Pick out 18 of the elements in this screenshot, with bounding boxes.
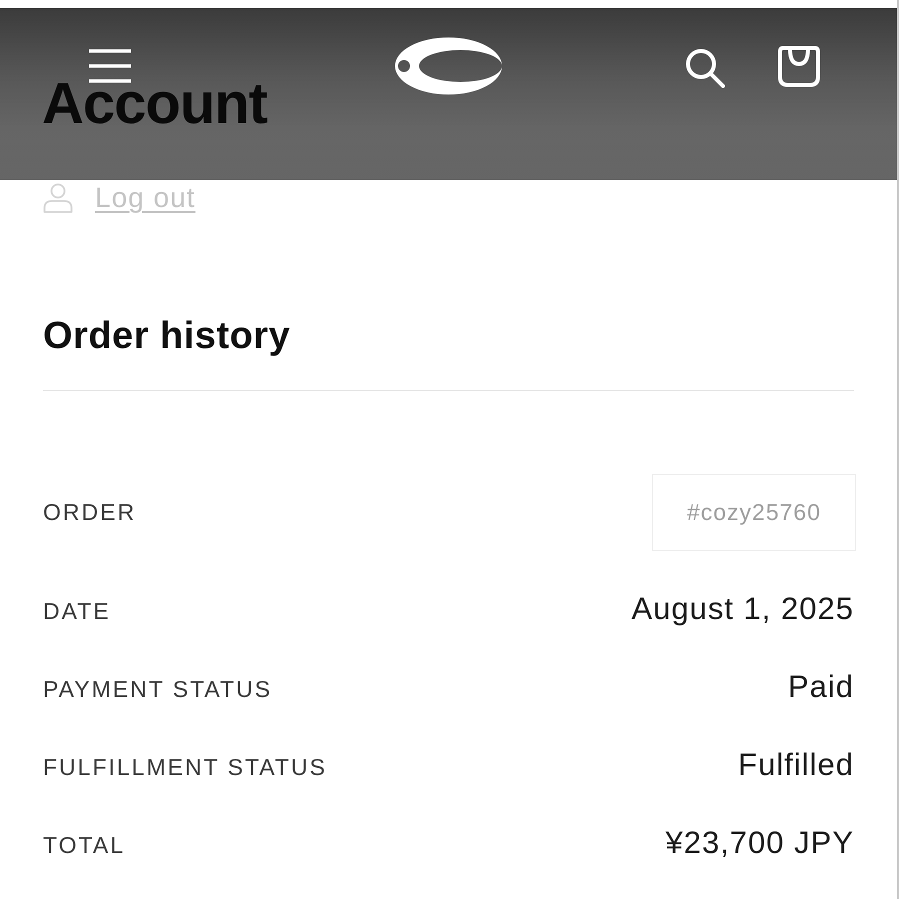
- detail-value: August 1, 2025: [631, 590, 854, 628]
- detail-value: Fulfilled: [738, 746, 854, 784]
- detail-label: DATE: [43, 596, 111, 626]
- search-icon[interactable]: [685, 48, 725, 88]
- detail-label: PAYMENT STATUS: [43, 674, 272, 704]
- detail-label: TOTAL: [43, 830, 125, 860]
- menu-icon[interactable]: [89, 49, 131, 83]
- user-icon: [43, 183, 73, 213]
- section-title: Order history: [43, 314, 290, 359]
- page-title: Account: [42, 75, 267, 133]
- detail-label: FULFILLMENT STATUS: [43, 752, 327, 782]
- detail-value: Paid: [788, 668, 854, 706]
- logo-icon[interactable]: [395, 37, 502, 95]
- order-number-link[interactable]: #cozy25760: [652, 474, 856, 551]
- logout-link[interactable]: Log out: [95, 182, 196, 214]
- detail-label: ORDER: [43, 498, 136, 528]
- detail-value: ¥23,700 JPY: [665, 824, 854, 862]
- bag-icon[interactable]: [777, 44, 821, 88]
